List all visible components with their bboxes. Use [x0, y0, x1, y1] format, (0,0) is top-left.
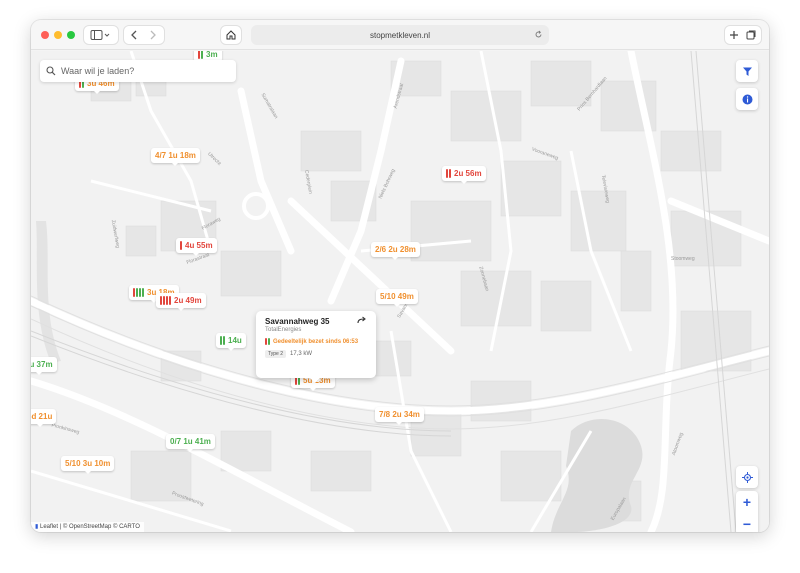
forward-icon[interactable] [150, 30, 156, 40]
charger-marker[interactable]: 2/6 2u 28m [371, 242, 420, 260]
url-text: stopmetkleven.nl [369, 30, 431, 40]
charger-marker[interactable]: 14u [216, 333, 246, 351]
availability-bars-icon [198, 51, 203, 59]
zoom-control: + − [736, 491, 758, 532]
filter-icon [742, 67, 752, 76]
marker-label: 5/10 49m [380, 292, 414, 301]
popup-status: Gedeeltelijk bezet sinds 06:53 [265, 338, 367, 345]
charger-marker[interactable]: 5/10 49m [376, 289, 418, 307]
marker-label: 0/7 1u 41m [170, 437, 211, 446]
location-search[interactable] [40, 60, 236, 82]
flag-icon: ▮ [35, 524, 39, 530]
availability-bars-icon [133, 288, 144, 297]
marker-label: 4/7 1u 18m [155, 151, 196, 160]
reload-icon[interactable] [534, 30, 543, 39]
plus-icon[interactable] [730, 31, 738, 39]
home-icon [226, 30, 236, 40]
locate-me-button[interactable] [736, 466, 758, 488]
charger-marker[interactable]: 7/8 2u 34m [375, 407, 424, 425]
sidebar-toggle-button[interactable] [83, 25, 119, 45]
history-nav-buttons [123, 25, 165, 45]
marker-label: 7/8 2u 34m [379, 410, 420, 419]
availability-bars-icon [180, 241, 182, 250]
connector-type-badge: Type 2 [265, 350, 287, 358]
popup-status-text: Gedeeltelijk bezet sinds 06:53 [273, 338, 359, 345]
info-icon [742, 94, 752, 104]
popup-connector: Type 2 17,3 kW [265, 350, 367, 358]
close-window-button[interactable] [41, 31, 49, 39]
charger-popup: Savannahweg 35 TotalEnergies Gedeeltelij… [256, 311, 376, 383]
marker-label: 5/10 3u 10m [65, 459, 111, 468]
marker-label: 3m [206, 51, 218, 59]
tabs-overview-icon[interactable] [746, 31, 755, 40]
zoom-out-button[interactable]: − [736, 513, 758, 532]
charger-marker[interactable]: 4u 55m [176, 238, 217, 256]
marker-label: 14u [228, 336, 242, 345]
search-input[interactable] [61, 66, 221, 76]
info-button[interactable] [736, 88, 758, 110]
minimize-window-button[interactable] [54, 31, 62, 39]
road-label: Stoomweg [671, 256, 695, 262]
popup-operator: TotalEnergies [265, 327, 302, 333]
charger-marker[interactable]: 4/7 1u 18m [151, 148, 200, 166]
charger-marker[interactable]: 5/10 3u 10m [61, 456, 115, 474]
connector-power: 17,3 kW [290, 351, 313, 357]
marker-label: 2u 49m [174, 296, 202, 305]
charger-marker[interactable]: 2u 49m [156, 293, 206, 311]
map-attribution[interactable]: ▮ Leaflet | © OpenStreetMap © CARTO [31, 522, 144, 532]
search-icon [46, 66, 56, 76]
browser-window: stopmetkleven.nl Sumatralaan Arendstraat… [31, 20, 769, 532]
home-button[interactable] [220, 25, 242, 45]
marker-label: 2/6 2u 28m [375, 245, 416, 254]
marker-label: 2u 56m [454, 169, 482, 178]
address-bar[interactable]: stopmetkleven.nl [251, 25, 549, 45]
back-icon[interactable] [131, 30, 137, 40]
crosshair-icon [741, 471, 753, 483]
map-view[interactable]: Sumatralaan Arendstraat Cederplein Niels… [31, 51, 769, 532]
availability-bars-icon [446, 169, 451, 178]
charger-marker[interactable]: 0/7 1u 41m [166, 434, 215, 452]
charger-marker[interactable]: 6d 21u [31, 409, 57, 427]
status-bars-icon [265, 338, 270, 345]
popup-title: Savannahweg 35 [265, 317, 330, 326]
sidebar-icon [90, 30, 110, 40]
maximize-window-button[interactable] [67, 31, 75, 39]
filter-button[interactable] [736, 60, 758, 82]
marker-label: 6d 21u [31, 412, 53, 421]
availability-bars-icon [160, 296, 171, 305]
availability-bars-icon [220, 336, 225, 345]
zoom-in-button[interactable]: + [736, 491, 758, 513]
marker-label: 4u 55m [185, 241, 213, 250]
browser-toolbar: stopmetkleven.nl [31, 20, 769, 50]
charger-marker[interactable]: 2u 56m [442, 166, 486, 184]
tab-actions [724, 25, 762, 45]
share-icon[interactable] [357, 316, 367, 324]
attribution-text: Leaflet | © OpenStreetMap © CARTO [39, 524, 140, 530]
charger-marker[interactable]: 4u 37m [31, 357, 57, 375]
marker-label: 4u 37m [31, 360, 53, 369]
